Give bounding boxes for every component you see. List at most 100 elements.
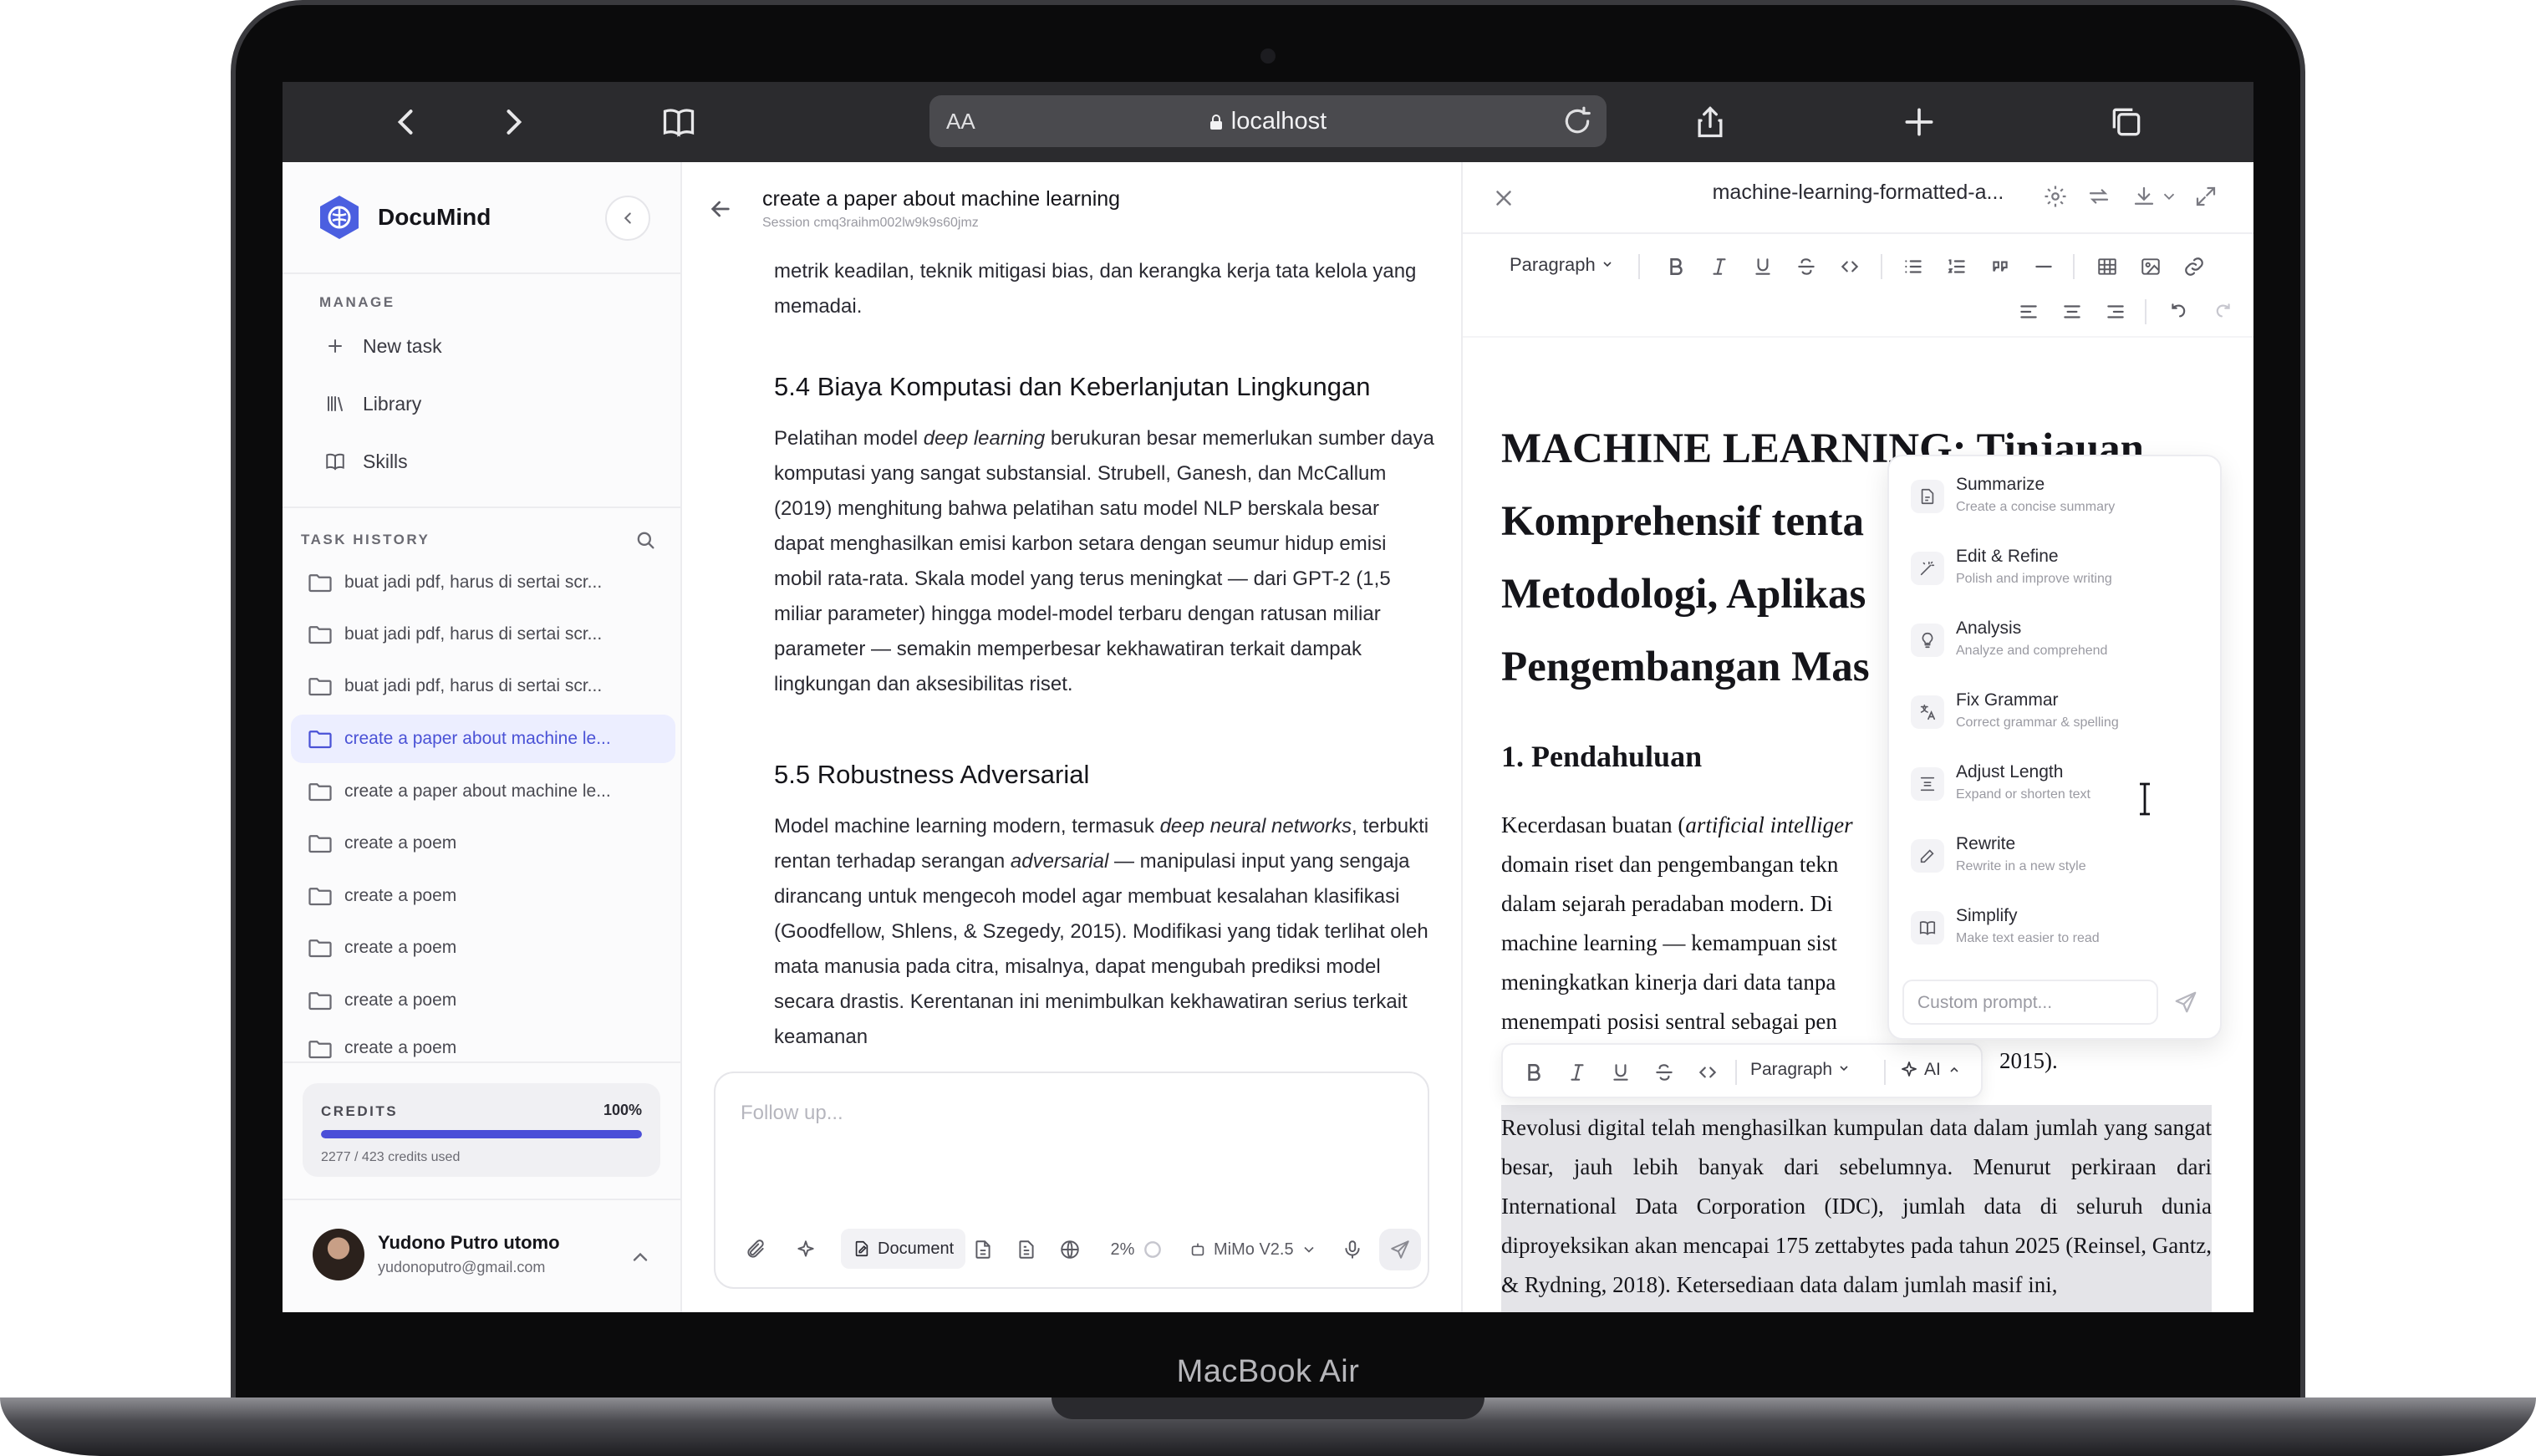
- ai-action-fix-grammar[interactable]: Fix Grammar Correct grammar & spelling: [1902, 682, 2210, 751]
- download-icon[interactable]: [2131, 184, 2157, 209]
- back-arrow-icon[interactable]: [383, 99, 430, 145]
- blockquote-button[interactable]: [1988, 254, 2013, 279]
- model-selector[interactable]: MiMo V2.5: [1189, 1230, 1347, 1269]
- document-edit-icon: [855, 1240, 868, 1257]
- italic-icon: [1571, 1064, 1584, 1081]
- ai-action-simplify[interactable]: Simplify Make text easier to read: [1902, 898, 2210, 966]
- history-item[interactable]: buat jadi pdf, harus di sertai scr...: [291, 558, 675, 607]
- align-right-button[interactable]: [2103, 299, 2128, 324]
- ai-action-edit-refine[interactable]: Edit & Refine Polish and improve writing: [1902, 538, 2210, 607]
- book-open-icon: [1911, 911, 1944, 944]
- chevron-up-icon[interactable]: [629, 1245, 652, 1269]
- ai-menu-label: AI: [1924, 1060, 1941, 1079]
- document-mode-button[interactable]: Document: [841, 1229, 966, 1269]
- history-item[interactable]: buat jadi pdf, harus di sertai scr...: [291, 662, 675, 710]
- underline-button[interactable]: [1608, 1060, 1633, 1085]
- swap-icon[interactable]: [2086, 184, 2111, 209]
- credits-used: 2277 / 423 credits used: [321, 1150, 461, 1164]
- web-search-button[interactable]: [1055, 1230, 1085, 1269]
- table-button[interactable]: [2095, 254, 2120, 279]
- history-item-label: create a poem: [344, 938, 457, 957]
- new-tab-icon[interactable]: [1896, 99, 1943, 145]
- send-button[interactable]: [1379, 1229, 1421, 1270]
- ordered-list-icon: [1948, 259, 1965, 273]
- screen: AA localhost DocuMind MANAGE New task Li…: [283, 82, 2253, 1312]
- task-history-label: TASK HISTORY: [301, 532, 430, 547]
- document-paragraph[interactable]: Kecerdasan buatan (artificial intelliger…: [1501, 806, 1902, 1041]
- history-item[interactable]: create a poem: [291, 976, 675, 1025]
- nav-skills[interactable]: Skills: [316, 438, 650, 485]
- expand-icon[interactable]: [2193, 184, 2218, 209]
- table-icon: [2098, 258, 2116, 275]
- tabs-overview-icon[interactable]: [2103, 99, 2150, 145]
- share-icon[interactable]: [1687, 99, 1734, 145]
- history-item[interactable]: create a poem: [291, 872, 675, 920]
- code-button[interactable]: [1837, 254, 1862, 279]
- follow-up-input[interactable]: Follow up...: [741, 1102, 843, 1125]
- history-item-label: create a paper about machine le...: [344, 729, 611, 748]
- italic-button[interactable]: [1565, 1060, 1590, 1085]
- send-icon[interactable]: [2173, 990, 2198, 1015]
- custom-prompt-input[interactable]: Custom prompt...: [1902, 980, 2158, 1025]
- code-button[interactable]: [1695, 1060, 1720, 1085]
- ai-action-rewrite[interactable]: Rewrite Rewrite in a new style: [1902, 826, 2210, 894]
- voice-button[interactable]: [1337, 1230, 1367, 1269]
- document-line: 2015).: [1999, 1048, 2058, 1073]
- history-item-label: create a poem: [344, 833, 457, 853]
- context-ring: [1140, 1230, 1165, 1269]
- nav-new-task[interactable]: New task: [316, 323, 650, 369]
- ordered-list-button[interactable]: [1944, 254, 1969, 279]
- forward-arrow-icon[interactable]: [490, 99, 537, 145]
- strikethrough-button[interactable]: [1794, 254, 1819, 279]
- ai-action-analysis[interactable]: Analysis Analyze and comprehend: [1902, 610, 2210, 679]
- search-icon[interactable]: [634, 528, 657, 552]
- horizontal-rule-button[interactable]: [2031, 254, 2056, 279]
- bullet-list-button[interactable]: [1901, 254, 1926, 279]
- bold-button[interactable]: [1663, 254, 1688, 279]
- history-item[interactable]: create a poem: [291, 924, 675, 972]
- back-arrow-icon[interactable]: [707, 196, 734, 222]
- collapse-sidebar-button[interactable]: [605, 196, 650, 241]
- nav-library[interactable]: Library: [316, 380, 650, 427]
- redo-button[interactable]: [2210, 299, 2235, 324]
- folder-icon: [308, 939, 332, 958]
- ai-action-adjust-length[interactable]: Adjust Length Expand or shorten text: [1902, 754, 2210, 822]
- paragraph-style-dropdown[interactable]: Paragraph: [1510, 254, 1614, 276]
- underline-button[interactable]: [1750, 254, 1775, 279]
- ai-action-title: Rewrite: [1956, 834, 2016, 853]
- sparkle-button[interactable]: [789, 1230, 822, 1269]
- history-item-active[interactable]: create a paper about machine le...: [291, 715, 675, 763]
- image-button[interactable]: [2138, 254, 2163, 279]
- link-button[interactable]: [2182, 254, 2207, 279]
- paragraph-style-dropdown[interactable]: Paragraph: [1750, 1060, 1851, 1080]
- gear-icon[interactable]: [2043, 184, 2068, 209]
- history-item[interactable]: buat jadi pdf, harus di sertai scr...: [291, 610, 675, 659]
- pencil-icon: [1911, 839, 1944, 873]
- align-left-icon: [2020, 305, 2037, 318]
- ai-menu-button[interactable]: AI: [1899, 1060, 1966, 1080]
- align-center-button[interactable]: [2060, 299, 2085, 324]
- selected-paragraph[interactable]: Revolusi digital telah menghasilkan kump…: [1501, 1108, 2212, 1305]
- bookmarks-icon[interactable]: [655, 99, 702, 145]
- undo-button[interactable]: [2167, 299, 2192, 324]
- link-icon: [2185, 257, 2203, 276]
- chevron-down-icon[interactable]: [2160, 184, 2178, 209]
- reload-icon[interactable]: [1561, 105, 1593, 137]
- align-left-button[interactable]: [2016, 299, 2041, 324]
- ai-action-summarize[interactable]: Summarize Create a concise summary: [1902, 466, 2210, 535]
- address-bar[interactable]: AA localhost: [929, 95, 1607, 147]
- attach-button[interactable]: [739, 1230, 772, 1269]
- document-line: menempati posisi sentral sebagai pen: [1501, 1009, 1837, 1034]
- italic-button[interactable]: [1707, 254, 1732, 279]
- bold-button[interactable]: [1521, 1060, 1546, 1085]
- strikethrough-button[interactable]: [1652, 1060, 1677, 1085]
- avatar[interactable]: [313, 1229, 364, 1280]
- composer[interactable]: Follow up... Document 2% MiMo V2.5: [714, 1072, 1429, 1289]
- history-item[interactable]: create a poem: [291, 1028, 675, 1061]
- history-item[interactable]: create a paper about machine le...: [291, 767, 675, 816]
- history-item[interactable]: create a poem: [291, 819, 675, 868]
- notes-button[interactable]: [1011, 1230, 1041, 1269]
- document-heading[interactable]: 1. Pendahuluan: [1501, 739, 1702, 774]
- file-button[interactable]: [968, 1230, 998, 1269]
- folder-icon: [308, 888, 332, 906]
